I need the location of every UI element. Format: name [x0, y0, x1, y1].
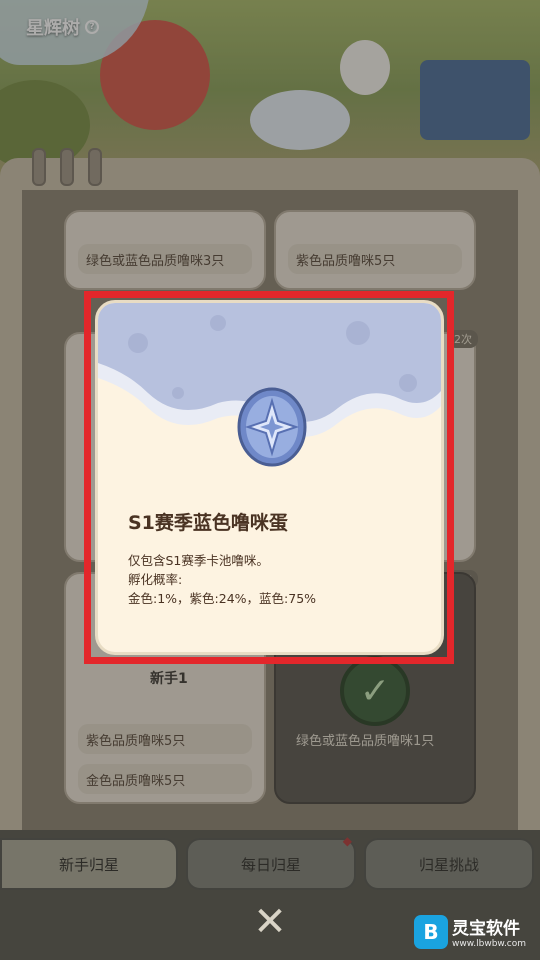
highlight-box — [84, 291, 454, 664]
watermark-logo-icon: B — [414, 914, 448, 949]
watermark-url: www.lbwbw.com — [452, 939, 527, 949]
watermark-title: 灵宝软件 — [452, 919, 520, 939]
watermark: B 灵宝软件 www.lbwbw.com — [414, 914, 526, 949]
close-icon[interactable]: ✕ — [250, 902, 290, 942]
